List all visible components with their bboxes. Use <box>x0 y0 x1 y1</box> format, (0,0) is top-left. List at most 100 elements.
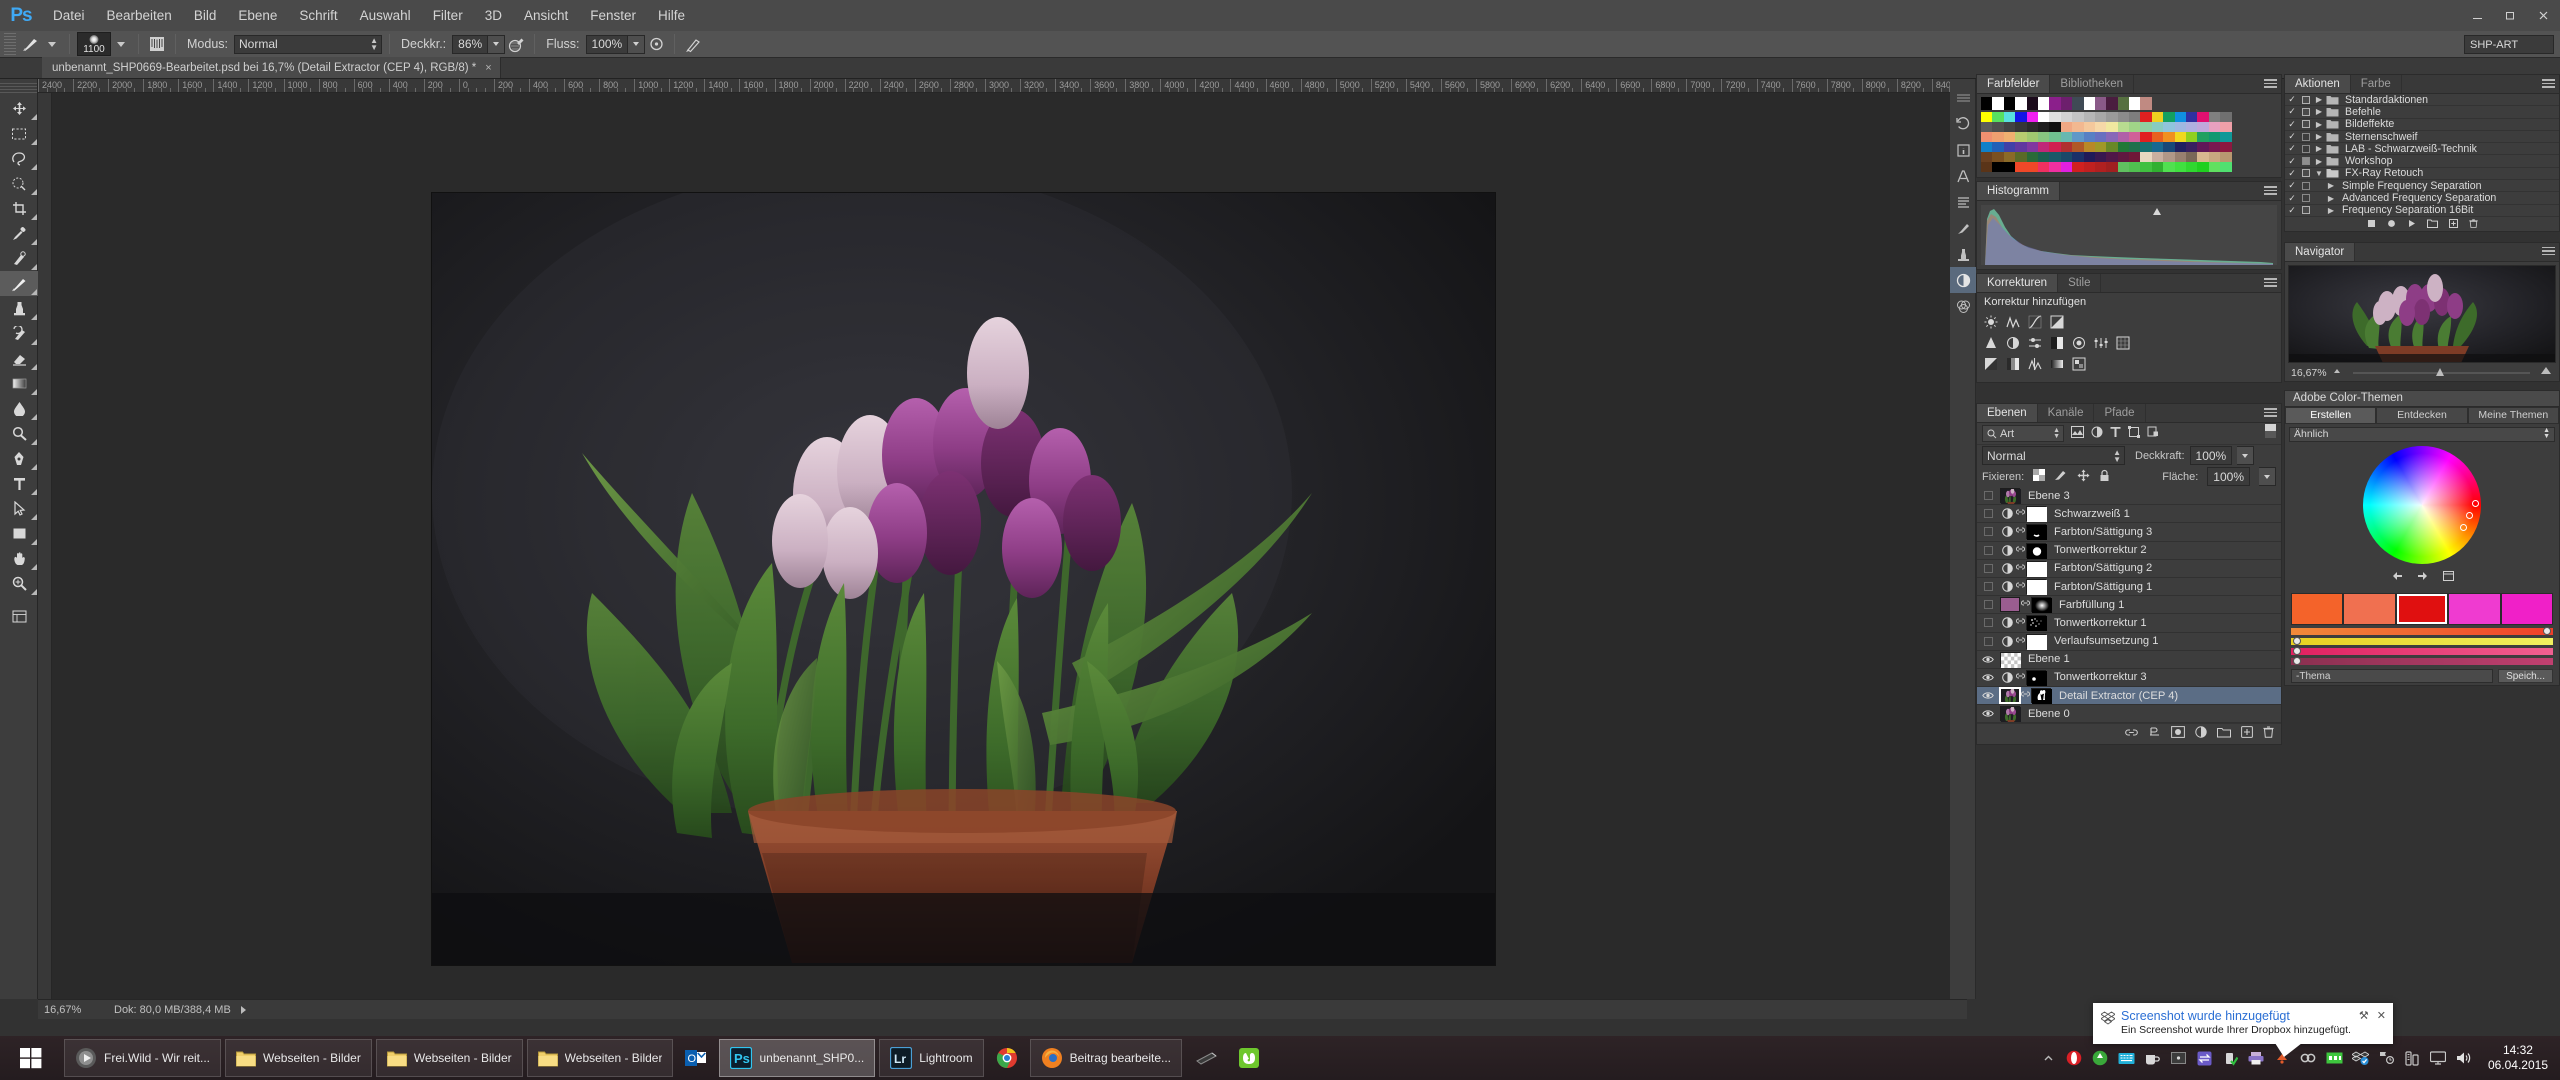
add-theme-icon[interactable] <box>2442 568 2454 586</box>
swatch[interactable] <box>2151 152 2164 162</box>
swatch[interactable] <box>2140 162 2152 172</box>
layer-row[interactable]: Ebene 0 <box>1977 705 2281 724</box>
swatch[interactable] <box>2129 152 2141 162</box>
swatch[interactable] <box>2163 112 2175 122</box>
layer-row[interactable]: Farbton/Sättigung 1 <box>1977 578 2281 597</box>
layer-row[interactable]: Tonwertkorrektur 1 <box>1977 614 2281 633</box>
swatch[interactable] <box>2151 162 2164 172</box>
action-enabled-checkmark-icon[interactable]: ✓ <box>2285 168 2299 179</box>
swatch[interactable] <box>2208 142 2221 152</box>
swatch[interactable] <box>2220 122 2232 132</box>
layer-mask-link-icon[interactable] <box>2015 562 2026 575</box>
action-dialog-toggle-icon[interactable] <box>2299 181 2312 190</box>
tab-stile[interactable]: Stile <box>2058 274 2102 292</box>
swatch[interactable] <box>2208 132 2221 142</box>
action-dialog-toggle-icon[interactable] <box>2299 120 2312 129</box>
swatch[interactable] <box>2049 132 2061 142</box>
action-dialog-toggle-icon[interactable] <box>2299 194 2312 203</box>
eraser-tool[interactable] <box>0 346 38 371</box>
layer-filter-type-select[interactable]: Art ▲ ▼ <box>1982 425 2064 442</box>
swatch[interactable] <box>2151 112 2164 122</box>
swatch[interactable] <box>2083 162 2095 172</box>
lock-transparency-icon[interactable] <box>2033 469 2046 484</box>
swatch[interactable] <box>2174 132 2187 142</box>
swatch[interactable] <box>2140 142 2152 152</box>
slider-knob-1[interactable] <box>2543 626 2551 635</box>
pressure-opacity-toggle-icon[interactable] <box>505 34 527 55</box>
swatch[interactable] <box>2037 112 2050 122</box>
layer-blend-mode-select[interactable]: Normal ▲ ▼ <box>1982 446 2125 465</box>
new-set-icon[interactable] <box>2426 215 2438 233</box>
exposure-icon[interactable] <box>2049 314 2064 329</box>
layer-visibility-empty-icon[interactable] <box>1977 505 1999 523</box>
gradient-map-icon[interactable] <box>2049 356 2064 371</box>
set-base-color-icon[interactable] <box>2391 568 2403 586</box>
layer-visibility-empty-icon[interactable] <box>1977 559 1999 577</box>
color-slider-2[interactable] <box>2291 636 2553 645</box>
mug-icon[interactable] <box>2144 1050 2161 1067</box>
swatch[interactable] <box>2106 132 2118 142</box>
swatch[interactable] <box>2015 152 2027 162</box>
swatch[interactable] <box>2083 112 2095 122</box>
add-mask-icon[interactable] <box>2171 725 2185 743</box>
swatch[interactable] <box>2220 132 2232 142</box>
swatch[interactable] <box>2197 162 2209 172</box>
navigator-zoom-value[interactable]: 16,67% <box>2291 367 2327 379</box>
action-row[interactable]: ✓ ▶ Simple Frequency Separation <box>2285 180 2559 193</box>
save-theme-button[interactable]: Speich... <box>2498 669 2553 684</box>
color-wheel[interactable] <box>2363 445 2481 564</box>
action-expand-triangle-icon[interactable]: ▶ <box>2324 194 2338 203</box>
swatch[interactable] <box>2037 97 2050 110</box>
clone-source-panel-icon[interactable] <box>1950 241 1976 267</box>
swatch[interactable] <box>1981 162 1993 172</box>
invert-icon[interactable] <box>1983 356 1998 371</box>
swatch[interactable] <box>2197 122 2209 132</box>
swatch[interactable] <box>2129 97 2141 110</box>
pressure-size-toggle-icon[interactable] <box>682 34 704 55</box>
layer-thumbnail[interactable] <box>2000 488 2021 505</box>
layers-panel-menu-icon[interactable] <box>2264 408 2277 419</box>
color-slider-4[interactable] <box>2291 656 2553 665</box>
swatch[interactable] <box>2072 97 2084 110</box>
swatches-grid[interactable] <box>1977 94 2281 177</box>
lock-all-icon[interactable] <box>2099 469 2110 485</box>
action-row[interactable]: ✓ ▶ LAB - Schwarzweiß-Technik <box>2285 143 2559 156</box>
rectangular-marquee-tool[interactable] <box>0 121 38 146</box>
layer-mask-link-icon[interactable] <box>2020 598 2031 611</box>
printer-icon[interactable] <box>2248 1050 2265 1067</box>
swatch[interactable] <box>2151 122 2164 132</box>
swatch[interactable] <box>2208 152 2221 162</box>
workspace-switcher[interactable]: SHP-ART <box>2464 35 2554 54</box>
tab-entdecken[interactable]: Entdecken <box>2376 406 2468 424</box>
zoom-level-input[interactable]: 16,67% <box>38 1004 100 1016</box>
layer-row[interactable]: Ebene 3 <box>1977 487 2281 506</box>
filter-pixel-icon[interactable] <box>2071 425 2084 443</box>
reset-colors-icon[interactable] <box>2417 568 2429 586</box>
swatch[interactable] <box>2072 112 2084 122</box>
histogram-panel-menu-icon[interactable] <box>2264 186 2277 197</box>
action-expand-triangle-icon[interactable]: ▼ <box>2312 169 2326 178</box>
swatch[interactable] <box>2174 122 2187 132</box>
swatch[interactable] <box>2140 152 2152 162</box>
swatch[interactable] <box>2117 122 2130 132</box>
swatch[interactable] <box>2026 152 2038 162</box>
layer-mask-thumbnail[interactable] <box>2031 597 2052 614</box>
swatch[interactable] <box>2197 142 2209 152</box>
levels-icon[interactable] <box>2005 314 2020 329</box>
tab-farbe[interactable]: Farbe <box>2351 75 2402 93</box>
theme-swatch[interactable] <box>2500 592 2554 625</box>
swatch[interactable] <box>2163 122 2175 132</box>
action-row[interactable]: ✓ ▼ FX-Ray Retouch <box>2285 167 2559 181</box>
swatch[interactable] <box>2117 112 2130 122</box>
selective-color-icon[interactable] <box>2071 356 2086 371</box>
tools-panel-grip[interactable] <box>0 83 37 93</box>
action-row[interactable]: ✓ ▶ Sternenschweif <box>2285 131 2559 144</box>
close-document-icon[interactable]: × <box>485 62 491 74</box>
lock-image-icon[interactable] <box>2054 469 2068 484</box>
brush-preset-chevron-icon[interactable] <box>48 41 56 47</box>
swatch[interactable] <box>1981 152 1993 162</box>
swatch[interactable] <box>2174 162 2187 172</box>
swatch[interactable] <box>2140 132 2152 142</box>
channels-panel-icon[interactable] <box>1950 293 1976 319</box>
show-hidden-icon[interactable] <box>2040 1050 2057 1067</box>
